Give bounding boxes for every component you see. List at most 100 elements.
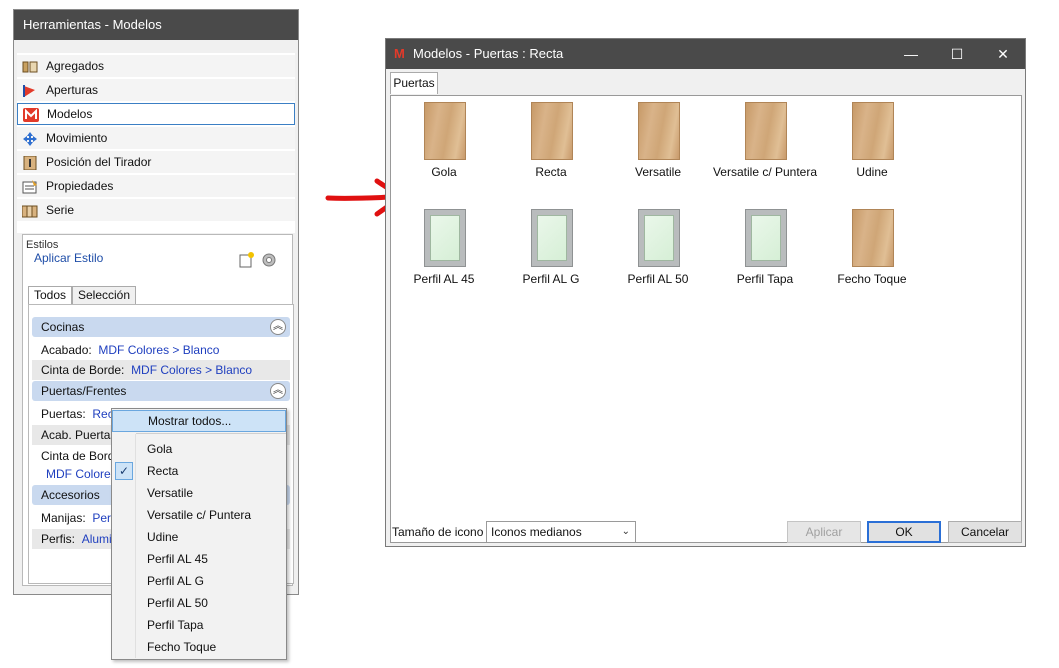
prop-row[interactable]: Acabado: MDF Colores > Blanco <box>32 340 290 360</box>
model-tile-perfil-al-45[interactable]: Perfil AL 45 <box>391 203 497 303</box>
icon-size-value: Iconos medianos <box>491 525 582 539</box>
menu-item-fecho-toque[interactable]: Fecho Toque <box>112 636 286 658</box>
group-title: Cocinas <box>41 320 85 334</box>
collapse-icon[interactable]: ︽ <box>270 319 286 335</box>
maximize-icon[interactable]: ☐ <box>934 39 980 69</box>
menu-item-perfil-al-45[interactable]: Perfil AL 45 <box>112 548 286 570</box>
menu-item-perfil-al-50[interactable]: Perfil AL 50 <box>112 592 286 614</box>
apply-style-link[interactable]: Aplicar Estilo <box>34 251 103 265</box>
menu-item-gola[interactable]: Gola <box>112 438 286 460</box>
model-tile-fecho-toque[interactable]: Fecho Toque <box>819 203 925 303</box>
gear-icon[interactable] <box>261 252 277 268</box>
panel-title: Herramientas - Modelos <box>14 10 298 40</box>
nav-label: Propiedades <box>46 179 114 193</box>
apply-button[interactable]: Aplicar <box>787 521 861 543</box>
group-title: Accesorios <box>41 488 100 502</box>
nav-item-agregados[interactable]: Agregados <box>17 55 295 77</box>
door-thumbnail <box>424 209 466 267</box>
nav-label: Aperturas <box>46 83 99 97</box>
menu-item-recta[interactable]: ✓ Recta <box>112 460 286 482</box>
nav-item-posicion-tirador[interactable]: Posición del Tirador <box>17 151 295 173</box>
model-name: Versatile c/ Puntera <box>712 165 818 179</box>
nav-item-serie[interactable]: Serie <box>17 199 295 221</box>
models-dialog: Modelos - Puertas : Recta M — ☐ ✕ Puerta… <box>385 38 1026 547</box>
nav-label: Modelos <box>47 107 93 121</box>
models-context-menu: Mostrar todos... Gola ✓ Recta Versatile V… <box>111 408 287 660</box>
series-icon <box>21 203 38 218</box>
nav-item-aperturas[interactable]: Aperturas <box>17 79 295 101</box>
prop-label: Acab. Puertas: <box>41 428 120 442</box>
model-tile-versatile-puntera[interactable]: Versatile c/ Puntera <box>712 96 818 196</box>
close-icon[interactable]: ✕ <box>980 39 1026 69</box>
model-name: Perfil AL 50 <box>627 272 689 286</box>
model-tile-gola[interactable]: Gola <box>391 96 497 196</box>
prop-label: Cinta de Borde: <box>41 363 125 377</box>
handle-position-icon <box>22 155 38 171</box>
group-cocinas[interactable]: Cocinas ︽ <box>32 317 290 337</box>
group-title: Puertas/Frentes <box>41 384 127 398</box>
prop-label: Puertas: <box>41 407 86 421</box>
model-name: Versatile <box>634 165 682 179</box>
minimize-icon[interactable]: — <box>888 39 934 69</box>
prop-label: Perfis: <box>41 532 76 546</box>
prop-label: Acabado: <box>41 343 92 357</box>
models-grid: Gola Recta Versatile Versatile c/ Punter… <box>390 95 1022 543</box>
prop-row[interactable]: Cinta de Borde: MDF Colores > Blanco <box>32 360 290 380</box>
door-thumbnail <box>745 102 787 160</box>
chevron-down-icon: ⌄ <box>621 526 630 537</box>
new-style-icon[interactable] <box>238 252 254 268</box>
icon-size-label: Tamaño de icono <box>392 525 484 539</box>
hinge-icon <box>22 83 38 97</box>
prop-label: Cinta de Borde <box>41 449 122 463</box>
nav-item-modelos[interactable]: Modelos <box>17 103 295 125</box>
door-thumbnail <box>638 209 680 267</box>
model-name: Perfil AL 45 <box>413 272 475 286</box>
menu-item-udine[interactable]: Udine <box>112 526 286 548</box>
menu-item-versatile-puntera[interactable]: Versatile c/ Puntera <box>112 504 286 526</box>
menu-item-perfil-al-g[interactable]: Perfil AL G <box>112 570 286 592</box>
door-thumbnail <box>745 209 787 267</box>
tab-seleccion[interactable]: Selección <box>72 286 137 304</box>
model-tile-perfil-al-g[interactable]: Perfil AL G <box>498 203 604 303</box>
door-thumbnail <box>638 102 680 160</box>
menu-item-perfil-tapa[interactable]: Perfil Tapa <box>112 614 286 636</box>
move-icon <box>22 131 38 146</box>
group-puertas[interactable]: Puertas/Frentes ︽ <box>32 381 290 401</box>
models-icon <box>23 108 39 122</box>
nav-label: Agregados <box>46 59 105 73</box>
model-tile-recta[interactable]: Recta <box>498 96 604 196</box>
door-thumbnail <box>852 102 894 160</box>
menu-item-show-all[interactable]: Mostrar todos... <box>112 410 286 432</box>
app-logo-icon: M <box>394 46 405 61</box>
model-tile-perfil-al-50[interactable]: Perfil AL 50 <box>605 203 711 303</box>
nav-item-propiedades[interactable]: Propiedades <box>17 175 295 197</box>
tab-puertas[interactable]: Puertas <box>390 72 438 94</box>
prop-value: MDF Colores <box>46 467 117 481</box>
nav-label: Serie <box>46 203 75 217</box>
ok-button[interactable]: OK <box>867 521 941 543</box>
icon-size-select[interactable]: Iconos medianos ⌄ <box>486 521 636 543</box>
tab-todos[interactable]: Todos <box>28 286 73 305</box>
collapse-icon[interactable]: ︽ <box>270 383 286 399</box>
door-thumbnail <box>531 102 573 160</box>
nav-label: Movimiento <box>46 131 108 145</box>
model-tile-perfil-tapa[interactable]: Perfil Tapa <box>712 203 818 303</box>
model-name: Perfil Tapa <box>736 272 794 286</box>
door-thumbnail <box>424 102 466 160</box>
menu-item-label: Recta <box>147 464 179 478</box>
menu-separator <box>136 433 286 434</box>
door-thumbnail <box>852 209 894 267</box>
cancel-button[interactable]: Cancelar <box>948 521 1022 543</box>
nav-item-movimiento[interactable]: Movimiento <box>17 127 295 149</box>
model-name: Fecho Toque <box>837 272 907 286</box>
model-name: Udine <box>856 165 888 179</box>
door-thumbnail <box>531 209 573 267</box>
nav-label: Posición del Tirador <box>46 155 152 169</box>
model-tile-versatile[interactable]: Versatile <box>605 96 711 196</box>
model-tile-udine[interactable]: Udine <box>819 96 925 196</box>
prop-value: MDF Colores > Blanco <box>131 363 253 377</box>
add-icon <box>22 59 38 73</box>
menu-item-versatile[interactable]: Versatile <box>112 482 286 504</box>
dialog-title: Modelos - Puertas : Recta <box>413 46 564 61</box>
check-icon: ✓ <box>115 462 133 480</box>
